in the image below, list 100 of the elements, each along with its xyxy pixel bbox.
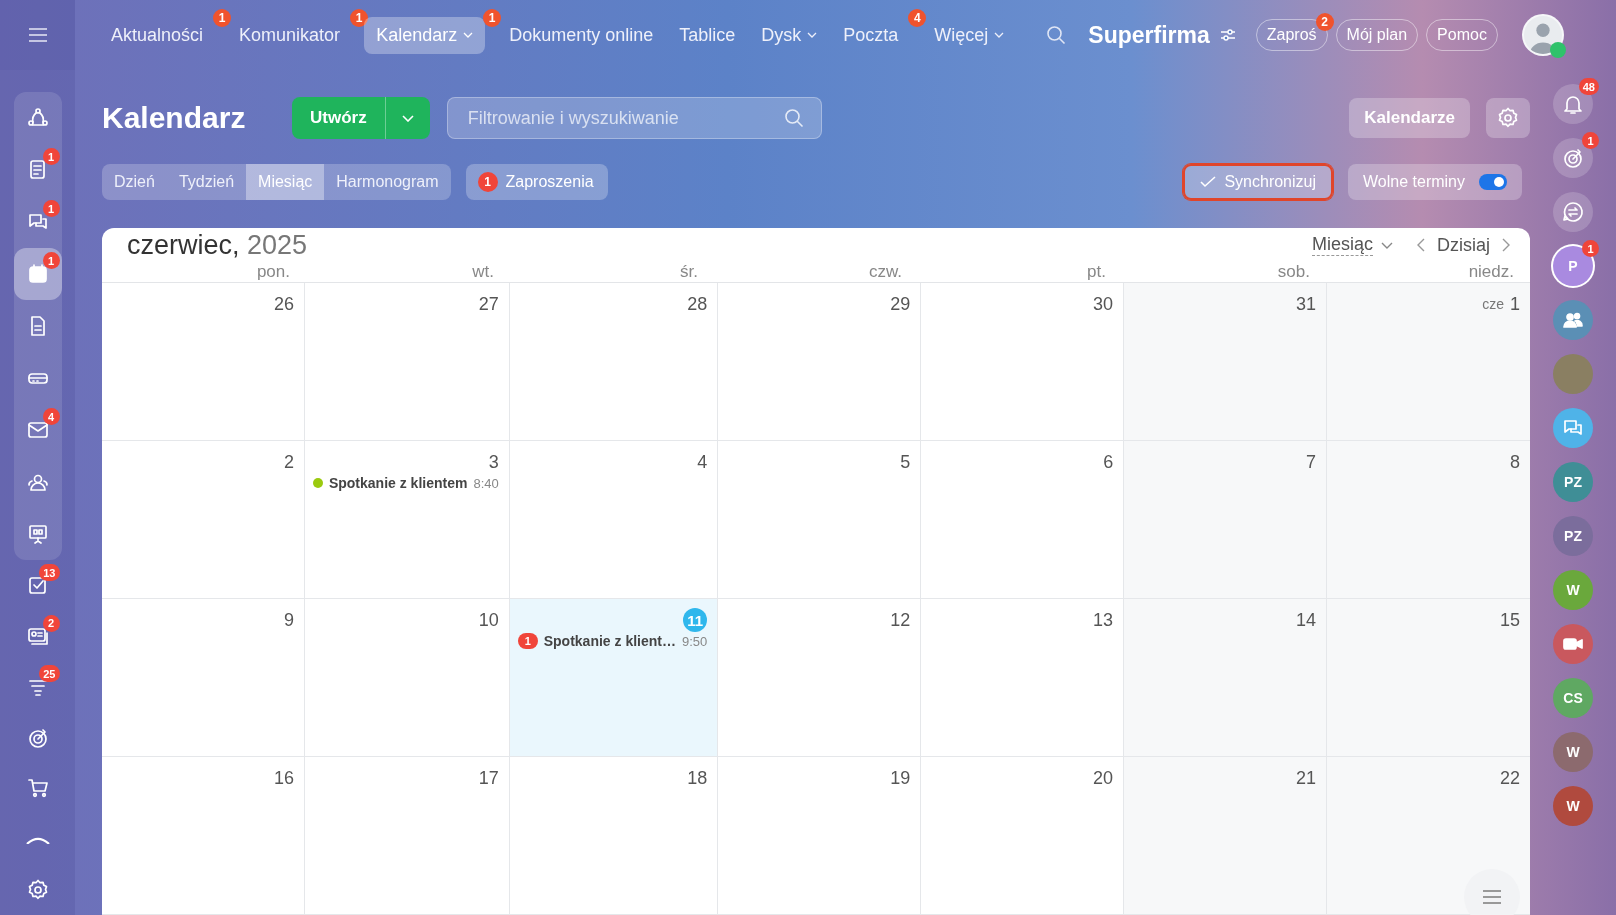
day-cell[interactable]: 29	[718, 283, 922, 441]
calendar-event[interactable]: Spotkanie z klientem 8:40	[312, 475, 499, 491]
count-badge: 1	[517, 633, 538, 649]
view-selector[interactable]: Miesiąc	[1311, 234, 1373, 256]
weekday-label: sob.	[1276, 262, 1311, 282]
chat-avatar[interactable]: W	[1553, 786, 1593, 826]
avatar-initials: CS	[1563, 690, 1583, 706]
day-cell[interactable]: 11 1 Spotkanie z klient… 9:50	[509, 599, 719, 757]
weekday-label: śr.	[679, 262, 699, 282]
day-number: 3	[488, 451, 499, 473]
count-badge: 1	[477, 172, 498, 192]
chat-avatar[interactable]: W	[1553, 570, 1593, 610]
view-tab[interactable]: Dzień	[102, 164, 167, 200]
day-number: 1	[1510, 293, 1520, 315]
today-button[interactable]: Dzisiaj	[1433, 234, 1494, 256]
avatar-initials: P	[1568, 258, 1578, 274]
day-number: 10	[478, 609, 499, 631]
event-time: 8:40	[473, 475, 499, 491]
event-title: Spotkanie z klientem	[328, 475, 468, 491]
weekday-label: czw.	[867, 262, 903, 282]
chat-avatar[interactable]: PZ	[1553, 462, 1593, 502]
event-title: Spotkanie z klient…	[543, 633, 676, 649]
day-cell[interactable]: cze 1	[1327, 283, 1530, 441]
day-cell[interactable]: 31	[1124, 283, 1328, 441]
day-cell[interactable]: 9	[102, 599, 305, 757]
day-number: 14	[1296, 609, 1317, 631]
sidebar-item[interactable]: 1	[13, 196, 62, 248]
day-cell[interactable]: 12	[718, 599, 922, 757]
day-cell[interactable]: 3 Spotkanie z klientem 8:40	[304, 441, 510, 599]
nav-tab[interactable]: Aktualności	[99, 16, 216, 54]
sidebar-item[interactable]: 2	[13, 610, 62, 662]
view-tab[interactable]: Harmonogram	[324, 164, 451, 200]
count-badge: 25	[39, 665, 60, 683]
day-number: 6	[1103, 451, 1114, 473]
day-number: 5	[900, 451, 911, 473]
day-number: 26	[273, 293, 294, 315]
day-number: 8	[1510, 451, 1520, 473]
create-button[interactable]: Utwórz	[292, 97, 430, 139]
page-title: Kalendarz	[102, 101, 247, 135]
chat-avatar[interactable]: PZ	[1553, 516, 1593, 556]
day-cell[interactable]: 26	[102, 283, 305, 441]
count-badge: 4	[908, 8, 927, 27]
day-number: 4	[697, 451, 708, 473]
create-label[interactable]: Utwórz	[292, 97, 386, 139]
day-number: 22	[1499, 767, 1520, 789]
day-cell[interactable]: 19	[718, 757, 922, 915]
count-badge: 48	[1578, 78, 1599, 95]
calendar-event[interactable]: 1 Spotkanie z klient… 9:50	[517, 633, 708, 649]
count-badge: 2	[42, 614, 60, 632]
count-badge: 1	[42, 252, 60, 269]
nav-tab[interactable]: Kalendarz	[364, 16, 486, 54]
day-number: 21	[1296, 767, 1317, 789]
nav-tab[interactable]: Tablice	[667, 16, 748, 54]
day-number: 30	[1093, 293, 1114, 315]
sidebar-item[interactable]: 1	[13, 144, 62, 196]
sidebar-item[interactable]: 1	[13, 248, 62, 300]
day-number: 11	[683, 608, 708, 632]
sidebar-item[interactable]: 4	[13, 404, 62, 456]
nav-tab[interactable]: Poczta	[831, 16, 911, 54]
day-cell[interactable]: 21	[1124, 757, 1328, 915]
count-badge: 4	[42, 408, 60, 425]
avatar-initials: W	[1566, 744, 1580, 760]
day-cell[interactable]: 8	[1327, 441, 1530, 599]
count-badge: 1	[1582, 132, 1599, 149]
day-number: 17	[478, 767, 499, 789]
nav-tab[interactable]: Dysk	[749, 16, 830, 54]
day-cell[interactable]: 22	[1327, 757, 1530, 915]
day-number: 12	[890, 609, 911, 631]
count-badge: 13	[39, 564, 60, 581]
weekday-label: pt.	[1086, 262, 1107, 282]
avatar-initials: W	[1566, 798, 1580, 814]
free-slots-label: Wolne terminy	[1363, 173, 1465, 191]
chat-avatar[interactable]: W	[1553, 732, 1593, 772]
day-cell[interactable]: 18	[509, 757, 719, 915]
count-badge: 1	[350, 8, 369, 27]
day-number: 15	[1499, 609, 1520, 631]
day-cell[interactable]: 7	[1124, 441, 1328, 599]
day-cell[interactable]: 5	[718, 441, 922, 599]
day-cell[interactable]: 2	[102, 441, 305, 599]
avatar-initials: PZ	[1564, 528, 1582, 544]
day-number: 19	[890, 767, 911, 789]
count-badge: 1	[1582, 240, 1599, 257]
company-name[interactable]: Superfirma	[1088, 21, 1210, 49]
day-cell[interactable]: 16	[102, 757, 305, 915]
day-cell[interactable]: 17	[304, 757, 510, 915]
day-cell[interactable]: 14	[1124, 599, 1328, 757]
avatar-initials: W	[1566, 582, 1580, 598]
sidebar-item[interactable]: 25	[13, 661, 62, 713]
count-badge: 1	[42, 148, 60, 165]
view-tab[interactable]: Tydzień	[166, 164, 247, 200]
day-cell[interactable]: 28	[509, 283, 719, 441]
chat-avatar[interactable]: CS	[1553, 678, 1593, 718]
day-cell[interactable]: 27	[304, 283, 510, 441]
invitations-button[interactable]: 1 Zaproszenia	[465, 164, 608, 200]
sidebar-item[interactable]: 13	[13, 560, 62, 611]
day-number: 18	[687, 767, 708, 789]
avatar-initials: PZ	[1564, 474, 1582, 490]
day-cell[interactable]: 15	[1327, 599, 1530, 757]
day-cell[interactable]: 10	[304, 599, 510, 757]
day-number: 29	[890, 293, 911, 315]
